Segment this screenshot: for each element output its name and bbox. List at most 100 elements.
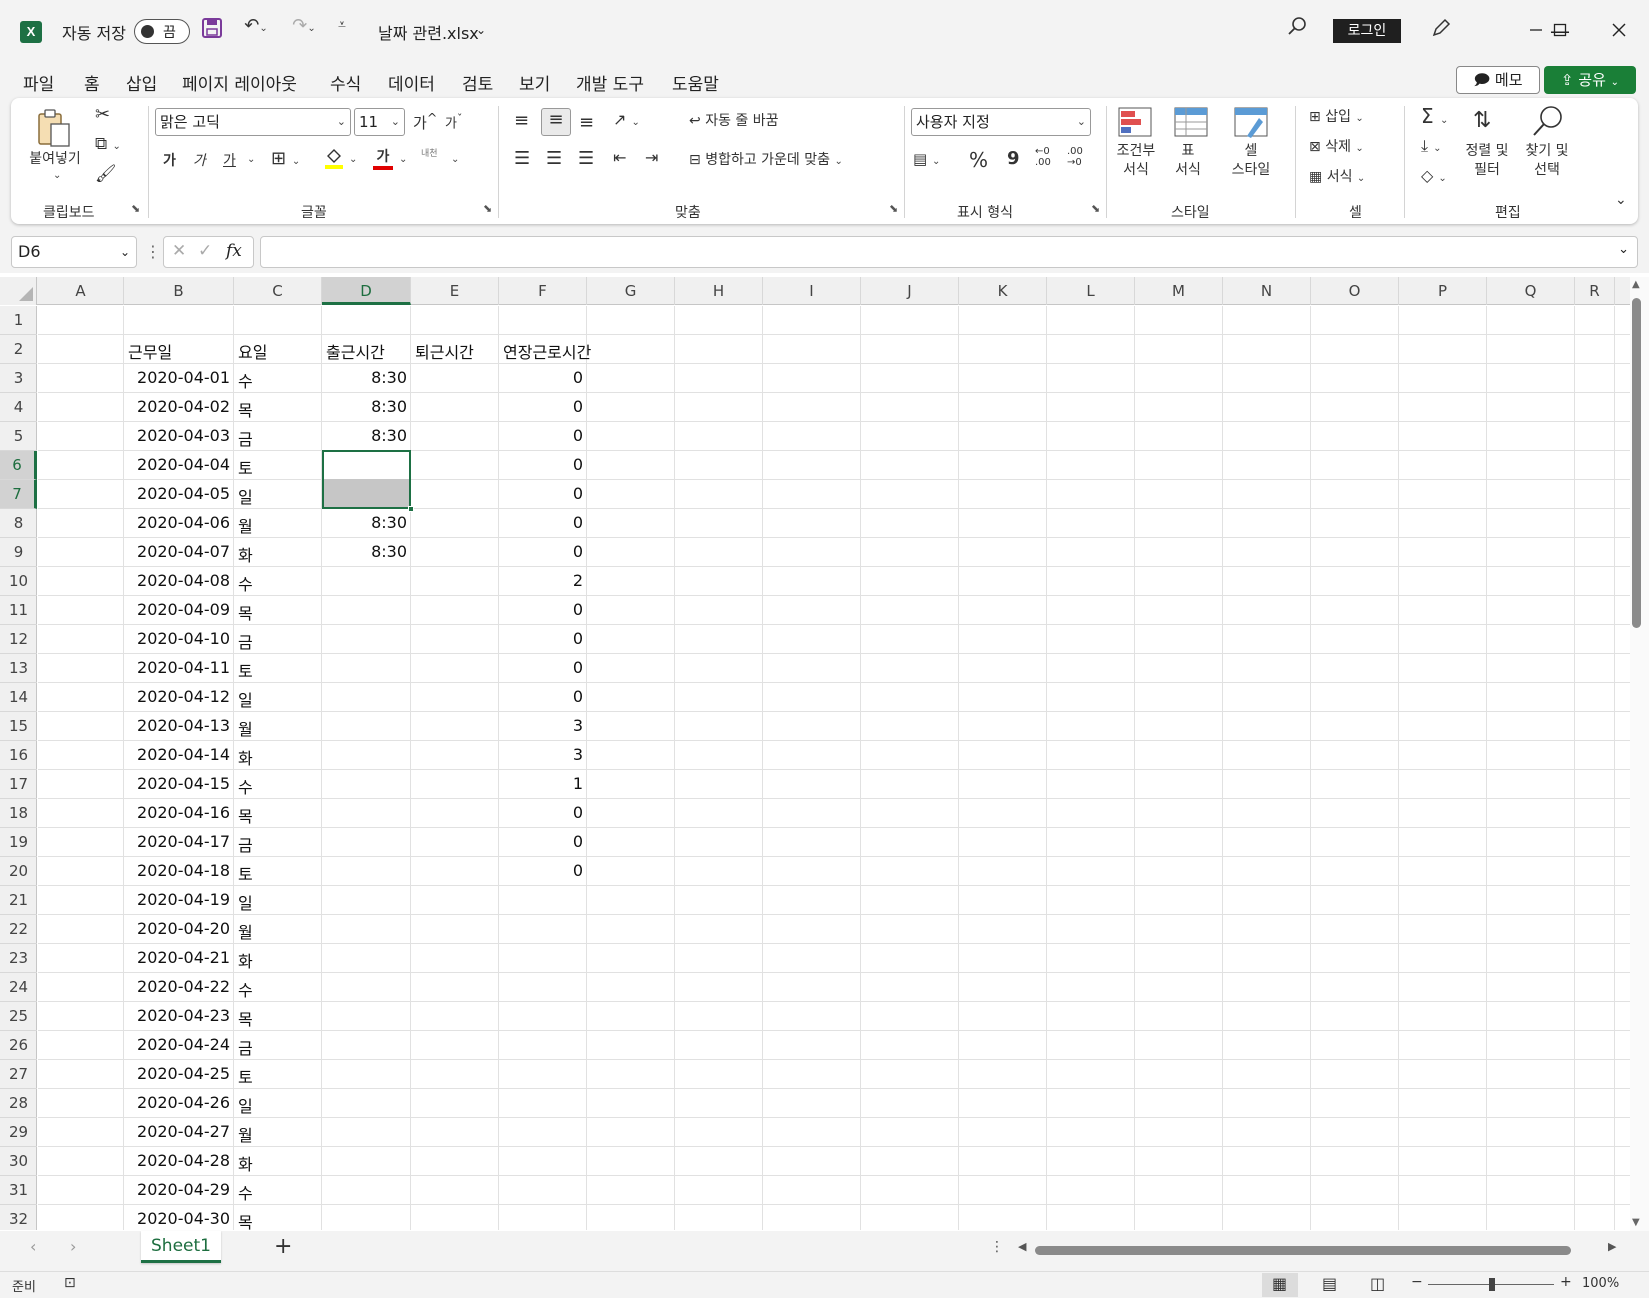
align-center-icon[interactable]: ☰ <box>546 148 562 169</box>
cell-b22[interactable]: 2020-04-20 <box>124 919 230 938</box>
column-header[interactable]: O <box>1311 277 1399 305</box>
cell-b9[interactable]: 2020-04-07 <box>124 542 230 561</box>
column-header[interactable]: B <box>124 277 234 305</box>
horizontal-scroll-thumb[interactable] <box>1035 1246 1571 1255</box>
pen-icon[interactable] <box>1428 17 1454 44</box>
font-color-chevron-icon[interactable]: ⌄ <box>399 154 407 165</box>
percent-button[interactable]: % <box>969 148 988 172</box>
accessibility-icon[interactable]: ⊡ <box>64 1275 76 1291</box>
cell-b13[interactable]: 2020-04-11 <box>124 658 230 677</box>
cell-b2[interactable]: 근무일 <box>128 339 172 363</box>
column-header[interactable]: C <box>234 277 322 305</box>
tab-insert[interactable]: 삽입 <box>126 70 157 95</box>
row-header[interactable]: 25 <box>0 1002 37 1031</box>
cell-c4[interactable]: 목 <box>238 397 253 421</box>
row-header[interactable]: 29 <box>0 1118 37 1147</box>
select-all-corner[interactable] <box>0 277 37 305</box>
zoom-out-icon[interactable]: − <box>1411 1274 1423 1290</box>
row-header[interactable]: 3 <box>0 364 37 393</box>
row-header[interactable]: 14 <box>0 683 37 712</box>
tab-split-icon[interactable]: ⋮ <box>990 1239 1004 1255</box>
close-button[interactable] <box>1596 15 1642 47</box>
increase-decimal-button[interactable]: ←0 .00 <box>1035 146 1051 168</box>
cell-c30[interactable]: 화 <box>238 1151 253 1175</box>
row-header[interactable]: 22 <box>0 915 37 944</box>
cell-d8[interactable]: 8:30 <box>322 513 407 532</box>
cell-c20[interactable]: 토 <box>238 861 253 885</box>
cell-f5[interactable]: 0 <box>499 426 583 445</box>
italic-button[interactable]: 가 <box>193 150 206 170</box>
cell-c28[interactable]: 일 <box>238 1093 253 1117</box>
autosum-icon[interactable]: Σ ⌄ <box>1421 104 1448 128</box>
row-header[interactable]: 16 <box>0 741 37 770</box>
row-header[interactable]: 9 <box>0 538 37 567</box>
row-header[interactable]: 5 <box>0 422 37 451</box>
cell-d5[interactable]: 8:30 <box>322 426 407 445</box>
clipboard-launcher-icon[interactable]: ⬊ <box>131 202 140 215</box>
cell-c31[interactable]: 수 <box>238 1180 253 1204</box>
align-middle-icon[interactable]: ≡ <box>541 108 571 136</box>
cell-b31[interactable]: 2020-04-29 <box>124 1180 230 1199</box>
cell-b10[interactable]: 2020-04-08 <box>124 571 230 590</box>
collapse-ribbon-icon[interactable]: ⌄ <box>1615 192 1627 208</box>
next-sheet-icon[interactable]: › <box>70 1237 76 1256</box>
cell-c25[interactable]: 목 <box>238 1006 253 1030</box>
login-button[interactable]: 로그인 <box>1333 19 1401 43</box>
row-header[interactable]: 19 <box>0 828 37 857</box>
cell-b23[interactable]: 2020-04-21 <box>124 948 230 967</box>
cell-c6[interactable]: 토 <box>238 455 253 479</box>
save-icon[interactable] <box>200 17 224 44</box>
cell-b7[interactable]: 2020-04-05 <box>124 484 230 503</box>
cell-c5[interactable]: 금 <box>238 426 253 450</box>
font-launcher-icon[interactable]: ⬊ <box>483 202 492 215</box>
cell-c19[interactable]: 금 <box>238 832 253 856</box>
formula-input[interactable]: ⌄ <box>260 236 1638 268</box>
conditional-format-button[interactable]: 조건부 서식 <box>1111 142 1161 180</box>
cell-b5[interactable]: 2020-04-03 <box>124 426 230 445</box>
cell-c11[interactable]: 목 <box>238 600 253 624</box>
bold-button[interactable]: 가 <box>163 150 176 170</box>
column-header[interactable]: M <box>1135 277 1223 305</box>
increase-indent-icon[interactable]: ⇥ <box>645 148 658 167</box>
column-header[interactable]: K <box>959 277 1047 305</box>
align-bottom-icon[interactable]: ≡ <box>579 112 594 133</box>
align-top-icon[interactable]: ≡ <box>514 110 529 131</box>
column-header[interactable]: N <box>1223 277 1311 305</box>
number-launcher-icon[interactable]: ⬊ <box>1091 202 1100 215</box>
cell-styles-button[interactable]: 셀 스타일 <box>1219 142 1283 180</box>
row-header[interactable]: 31 <box>0 1176 37 1205</box>
cell-f14[interactable]: 0 <box>499 687 583 706</box>
clear-icon[interactable]: ◇ ⌄ <box>1421 166 1447 185</box>
cell-c23[interactable]: 화 <box>238 948 253 972</box>
conditional-format-icon[interactable] <box>1117 106 1153 142</box>
cell-b28[interactable]: 2020-04-26 <box>124 1093 230 1112</box>
row-header[interactable]: 7 <box>0 480 37 509</box>
insert-function-button[interactable]: fx <box>226 241 242 261</box>
wrap-text-button[interactable]: ↩ 자동 줄 바꿈 <box>689 110 779 130</box>
cell-b17[interactable]: 2020-04-15 <box>124 774 230 793</box>
column-header[interactable]: P <box>1399 277 1487 305</box>
cell-f3[interactable]: 0 <box>499 368 583 387</box>
page-layout-view-icon[interactable]: ▤ <box>1322 1274 1337 1293</box>
redo-icon[interactable]: ↷⌄ <box>284 15 324 36</box>
paste-chevron-icon[interactable]: ⌄ <box>53 170 61 181</box>
column-header[interactable]: Q <box>1487 277 1575 305</box>
row-header[interactable]: 17 <box>0 770 37 799</box>
zoom-slider-knob[interactable] <box>1489 1278 1495 1291</box>
format-table-icon[interactable] <box>1173 106 1209 142</box>
row-header[interactable]: 27 <box>0 1060 37 1089</box>
zoom-in-icon[interactable]: + <box>1560 1274 1572 1290</box>
more-options-icon[interactable]: ⋮ <box>145 242 161 261</box>
cell-b3[interactable]: 2020-04-01 <box>124 368 230 387</box>
cell-f17[interactable]: 1 <box>499 774 583 793</box>
row-header[interactable]: 1 <box>0 306 37 335</box>
fill-handle[interactable] <box>408 506 414 512</box>
cell-b11[interactable]: 2020-04-09 <box>124 600 230 619</box>
cell-d2[interactable]: 출근시간 <box>326 339 385 363</box>
confirm-entry-icon[interactable]: ✓ <box>198 241 212 261</box>
autosave-toggle[interactable]: 끔 <box>134 19 190 44</box>
row-header[interactable]: 30 <box>0 1147 37 1176</box>
row-header[interactable]: 8 <box>0 509 37 538</box>
cell-b8[interactable]: 2020-04-06 <box>124 513 230 532</box>
align-left-icon[interactable]: ☰ <box>514 148 530 169</box>
